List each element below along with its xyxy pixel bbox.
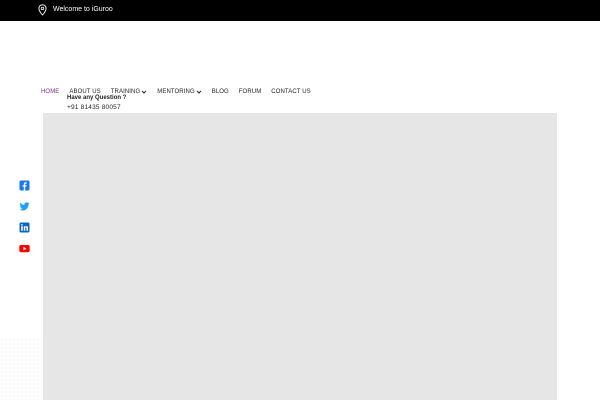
nav-contact-us-label: CONTACT US [271,89,311,95]
nav-forum-label: FORUM [238,89,262,95]
chevron-down-icon [196,90,202,94]
twitter-icon[interactable] [19,199,30,211]
nav-home-label: HOME [41,89,60,95]
nav-home[interactable]: HOME [41,87,59,97]
hero-banner [43,113,557,400]
nav-blog-label: BLOG [211,89,229,95]
dot-pattern [0,338,42,400]
contact-question: Have any Question ? [67,95,127,101]
linkedin-icon[interactable] [19,220,30,233]
nav-mentoring[interactable]: MENTORING [157,87,202,97]
nav-mentoring-label: MENTORING [157,89,195,95]
top-bar: Welcome to iGuroo [0,0,600,21]
contact-phone[interactable]: +91 81435 80057 [67,104,121,112]
nav-forum[interactable]: FORUM [239,87,262,97]
youtube-icon[interactable] [19,241,30,253]
location-pin-icon [38,3,47,21]
facebook-icon[interactable] [19,178,30,191]
nav-blog[interactable]: BLOG [212,87,229,97]
nav-contact-us[interactable]: CONTACT US [271,87,310,97]
chevron-down-icon [141,90,147,94]
welcome-text: Welcome to iGuroo [53,6,113,13]
